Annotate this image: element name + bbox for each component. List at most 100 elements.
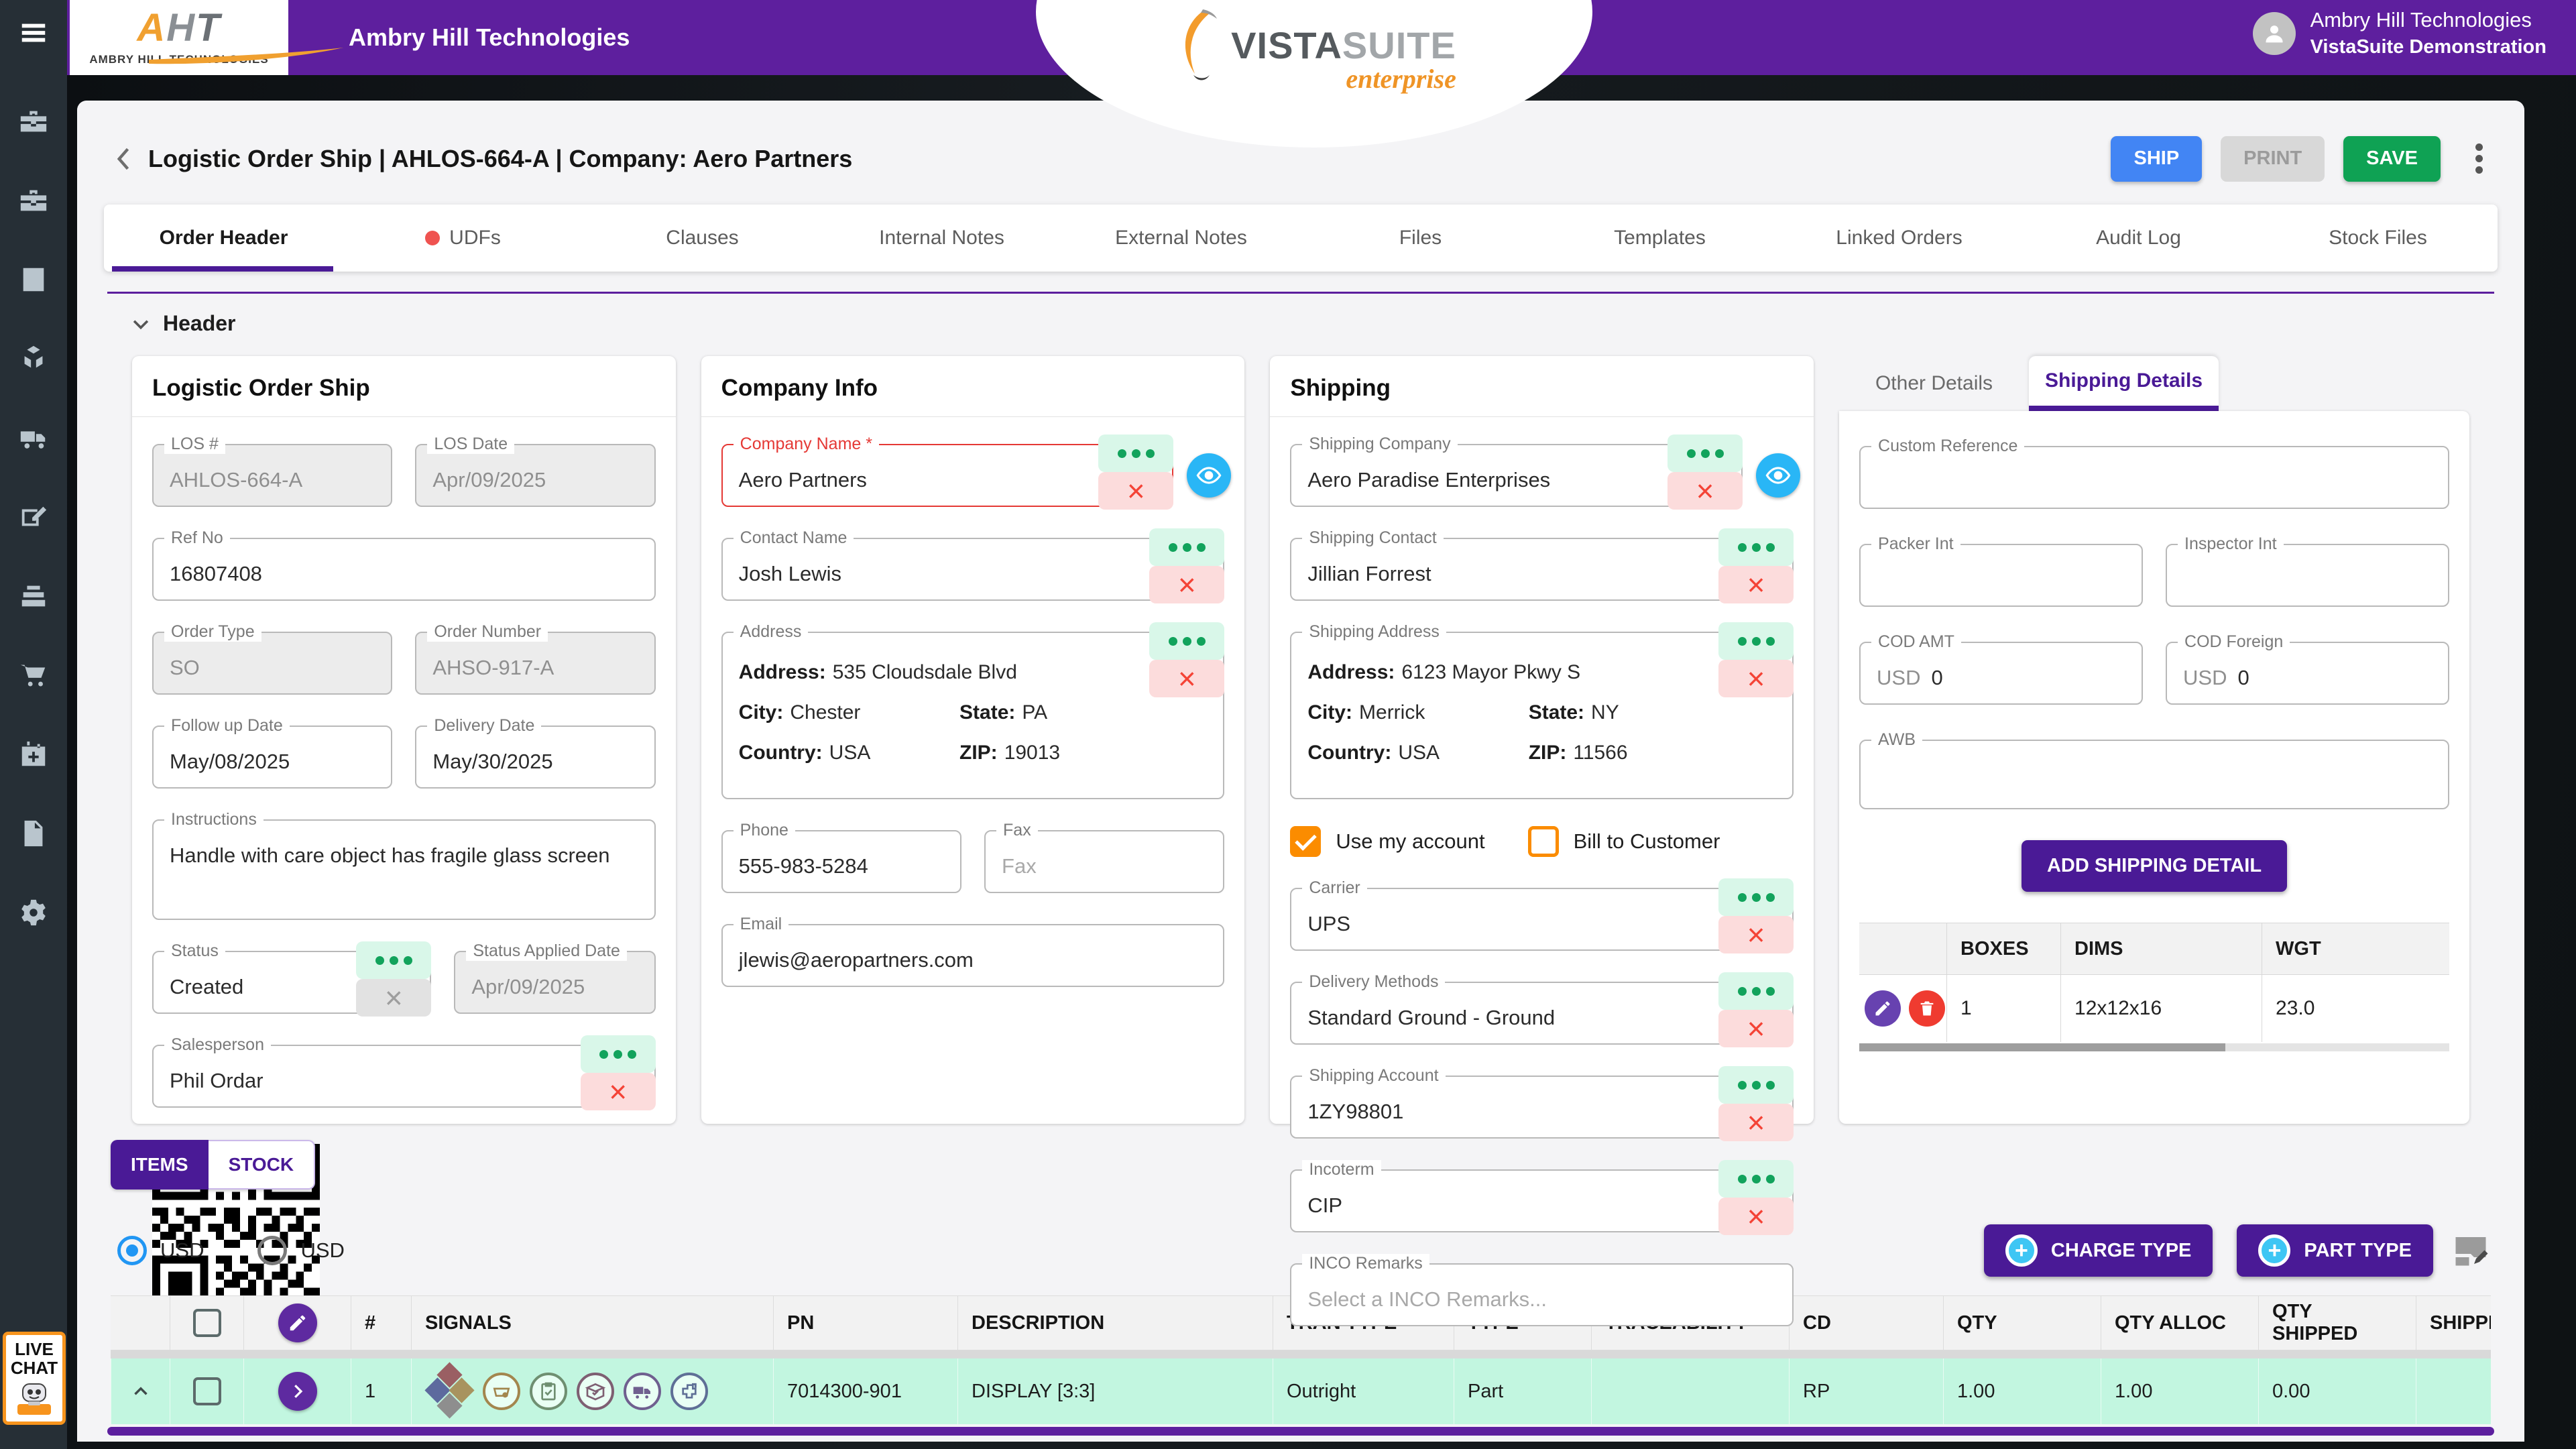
logistics-truck-icon[interactable] bbox=[18, 422, 49, 453]
company-address-field[interactable]: Address Address: 535 Cloudsdale Blvd City… bbox=[721, 622, 1225, 799]
settings-gear-icon[interactable] bbox=[18, 897, 49, 928]
contact-name-field[interactable]: Contact Name Josh Lewis × bbox=[721, 528, 1225, 603]
carrier-field[interactable]: Carrier UPS × bbox=[1290, 878, 1794, 953]
tab-shipping-details[interactable]: Shipping Details bbox=[2029, 356, 2219, 411]
awb-input[interactable] bbox=[1877, 764, 2433, 788]
fax-input[interactable] bbox=[1002, 854, 1208, 878]
shipping-company-view-eye-button[interactable] bbox=[1756, 453, 1801, 498]
print-button[interactable]: PRINT bbox=[2221, 135, 2325, 182]
packer-int-input[interactable] bbox=[1877, 568, 2126, 592]
tab-stock[interactable]: STOCK bbox=[208, 1140, 316, 1190]
documents-file-icon[interactable] bbox=[18, 818, 49, 849]
ref-no-field[interactable]: Ref No 16807408 bbox=[152, 528, 656, 601]
shipping-account-field[interactable]: Shipping Account 1ZY98801 × bbox=[1290, 1066, 1794, 1141]
currency-radio-usd-2[interactable]: USD bbox=[257, 1236, 345, 1265]
delivery-methods-options-button[interactable] bbox=[1718, 972, 1794, 1010]
tab-items[interactable]: ITEMS bbox=[111, 1140, 209, 1190]
use-my-account-checkbox-box[interactable] bbox=[1290, 826, 1322, 857]
clipboard-check-signal-icon[interactable] bbox=[530, 1373, 567, 1410]
company-name-field[interactable]: Company Name * Aero Partners × bbox=[721, 434, 1232, 510]
salesperson-clear-button[interactable]: × bbox=[580, 1073, 656, 1110]
purchasing-cart-icon[interactable] bbox=[18, 660, 49, 691]
bill-to-customer-checkbox-box[interactable] bbox=[1527, 826, 1559, 857]
shipping-company-field[interactable]: Shipping Company Aero Paradise Enterprise… bbox=[1290, 434, 1801, 510]
company-building-icon[interactable] bbox=[18, 264, 49, 295]
tab-linked-orders[interactable]: Linked Orders bbox=[1779, 205, 2019, 272]
shipping-address-options-button[interactable] bbox=[1718, 622, 1794, 660]
truck-signal-icon[interactable] bbox=[624, 1373, 661, 1410]
row-checkbox[interactable] bbox=[192, 1377, 221, 1405]
part-type-button[interactable]: + PART TYPE bbox=[2237, 1224, 2433, 1277]
select-all-checkbox[interactable] bbox=[192, 1309, 221, 1337]
collapse-row-chevron-icon[interactable] bbox=[129, 1380, 152, 1403]
more-options-kebab-icon[interactable] bbox=[2466, 135, 2492, 182]
bill-to-customer-checkbox[interactable]: Bill to Customer bbox=[1527, 826, 1720, 857]
currency-radio-2-control[interactable] bbox=[257, 1236, 288, 1265]
fax-field[interactable]: Fax bbox=[984, 821, 1225, 893]
shipping-company-clear-button[interactable]: × bbox=[1667, 472, 1743, 510]
inspector-int-field[interactable]: Inspector Int bbox=[2166, 534, 2450, 607]
shipping-account-clear-button[interactable]: × bbox=[1718, 1104, 1794, 1141]
tab-files[interactable]: Files bbox=[1301, 205, 1540, 272]
tab-order-header[interactable]: Order Header bbox=[104, 205, 343, 272]
shipping-account-options-button[interactable] bbox=[1718, 1066, 1794, 1104]
currency-radio-usd-1[interactable]: USD bbox=[117, 1236, 204, 1265]
tab-internal-notes[interactable]: Internal Notes bbox=[822, 205, 1061, 272]
tab-other-details[interactable]: Other Details bbox=[1839, 356, 2029, 411]
tab-stock-files[interactable]: Stock Files bbox=[2258, 205, 2498, 272]
orders-edit-icon[interactable] bbox=[18, 502, 49, 532]
point-of-sale-icon[interactable] bbox=[18, 581, 49, 612]
use-my-account-checkbox[interactable]: Use my account bbox=[1290, 826, 1485, 857]
shipping-company-options-button[interactable] bbox=[1667, 434, 1743, 472]
tab-udfs[interactable]: UDFs bbox=[343, 205, 583, 272]
tab-audit-log[interactable]: Audit Log bbox=[2019, 205, 2258, 272]
status-options-button[interactable] bbox=[356, 941, 432, 979]
shipping-address-clear-button[interactable]: × bbox=[1718, 660, 1794, 697]
collapse-header-chevron-icon[interactable] bbox=[129, 312, 152, 335]
status-field[interactable]: Status Created × bbox=[152, 941, 432, 1017]
parts-briefcase-icon[interactable] bbox=[18, 106, 49, 137]
salesperson-options-button[interactable] bbox=[580, 1035, 656, 1073]
shipping-contact-options-button[interactable] bbox=[1718, 528, 1794, 566]
add-shipping-detail-button[interactable]: ADD SHIPPING DETAIL bbox=[2021, 840, 2288, 892]
box-check-signal-icon[interactable] bbox=[577, 1373, 614, 1410]
save-button[interactable]: SAVE bbox=[2343, 135, 2441, 182]
shipping-contact-field[interactable]: Shipping Contact Jillian Forrest × bbox=[1290, 528, 1794, 603]
contact-name-options-button[interactable] bbox=[1149, 528, 1225, 566]
company-name-options-button[interactable] bbox=[1098, 434, 1174, 472]
charge-type-button[interactable]: + CHARGE TYPE bbox=[1983, 1224, 2213, 1277]
follow-up-date-field[interactable]: Follow up Date May/08/2025 bbox=[152, 716, 393, 789]
custom-reference-input[interactable] bbox=[1877, 470, 2433, 494]
carrier-clear-button[interactable]: × bbox=[1718, 916, 1794, 953]
carrier-options-button[interactable] bbox=[1718, 878, 1794, 916]
live-chat-widget[interactable]: LIVE CHAT bbox=[3, 1332, 66, 1425]
company-address-options-button[interactable] bbox=[1149, 622, 1225, 660]
inventory-cubes-icon[interactable] bbox=[18, 343, 49, 374]
currency-radio-1-control[interactable] bbox=[117, 1236, 147, 1265]
contact-name-clear-button[interactable]: × bbox=[1149, 566, 1225, 603]
tab-templates[interactable]: Templates bbox=[1540, 205, 1779, 272]
email-field[interactable]: Email jlewis@aeropartners.com bbox=[721, 915, 1225, 987]
puzzle-link-signal-icon[interactable] bbox=[670, 1373, 708, 1410]
bulk-edit-pencil-button[interactable] bbox=[278, 1303, 317, 1342]
edit-shipping-detail-button[interactable] bbox=[1865, 990, 1901, 1027]
shipping-detail-horizontal-scrollbar[interactable] bbox=[1859, 1043, 2450, 1051]
tab-external-notes[interactable]: External Notes bbox=[1061, 205, 1301, 272]
inco-remarks-input[interactable] bbox=[1307, 1287, 1777, 1312]
delivery-date-field[interactable]: Delivery Date May/30/2025 bbox=[415, 716, 656, 789]
cod-foreign-field[interactable]: COD Foreign USD 0 bbox=[2166, 632, 2450, 705]
cod-amt-field[interactable]: COD AMT USD 0 bbox=[1859, 632, 2144, 705]
delivery-methods-clear-button[interactable]: × bbox=[1718, 1010, 1794, 1047]
inspector-int-input[interactable] bbox=[2183, 568, 2433, 592]
user-account-menu[interactable]: Ambry Hill Technologies VistaSuite Demon… bbox=[2252, 8, 2546, 58]
edit-columns-icon[interactable] bbox=[2451, 1230, 2491, 1271]
scheduler-calendar-icon[interactable] bbox=[18, 739, 49, 770]
repairs-briefcase-icon[interactable] bbox=[18, 185, 49, 216]
instructions-field[interactable]: Instructions Handle with care object has … bbox=[152, 810, 656, 920]
inco-remarks-field[interactable]: INCO Remarks bbox=[1290, 1254, 1794, 1326]
incoterm-field[interactable]: Incoterm CIP × bbox=[1290, 1160, 1794, 1235]
company-view-eye-button[interactable] bbox=[1187, 453, 1232, 498]
awb-field[interactable]: AWB bbox=[1859, 730, 2450, 809]
salesperson-field[interactable]: Salesperson Phil Ordar × bbox=[152, 1035, 656, 1110]
basket-gear-signal-icon[interactable] bbox=[483, 1373, 520, 1410]
